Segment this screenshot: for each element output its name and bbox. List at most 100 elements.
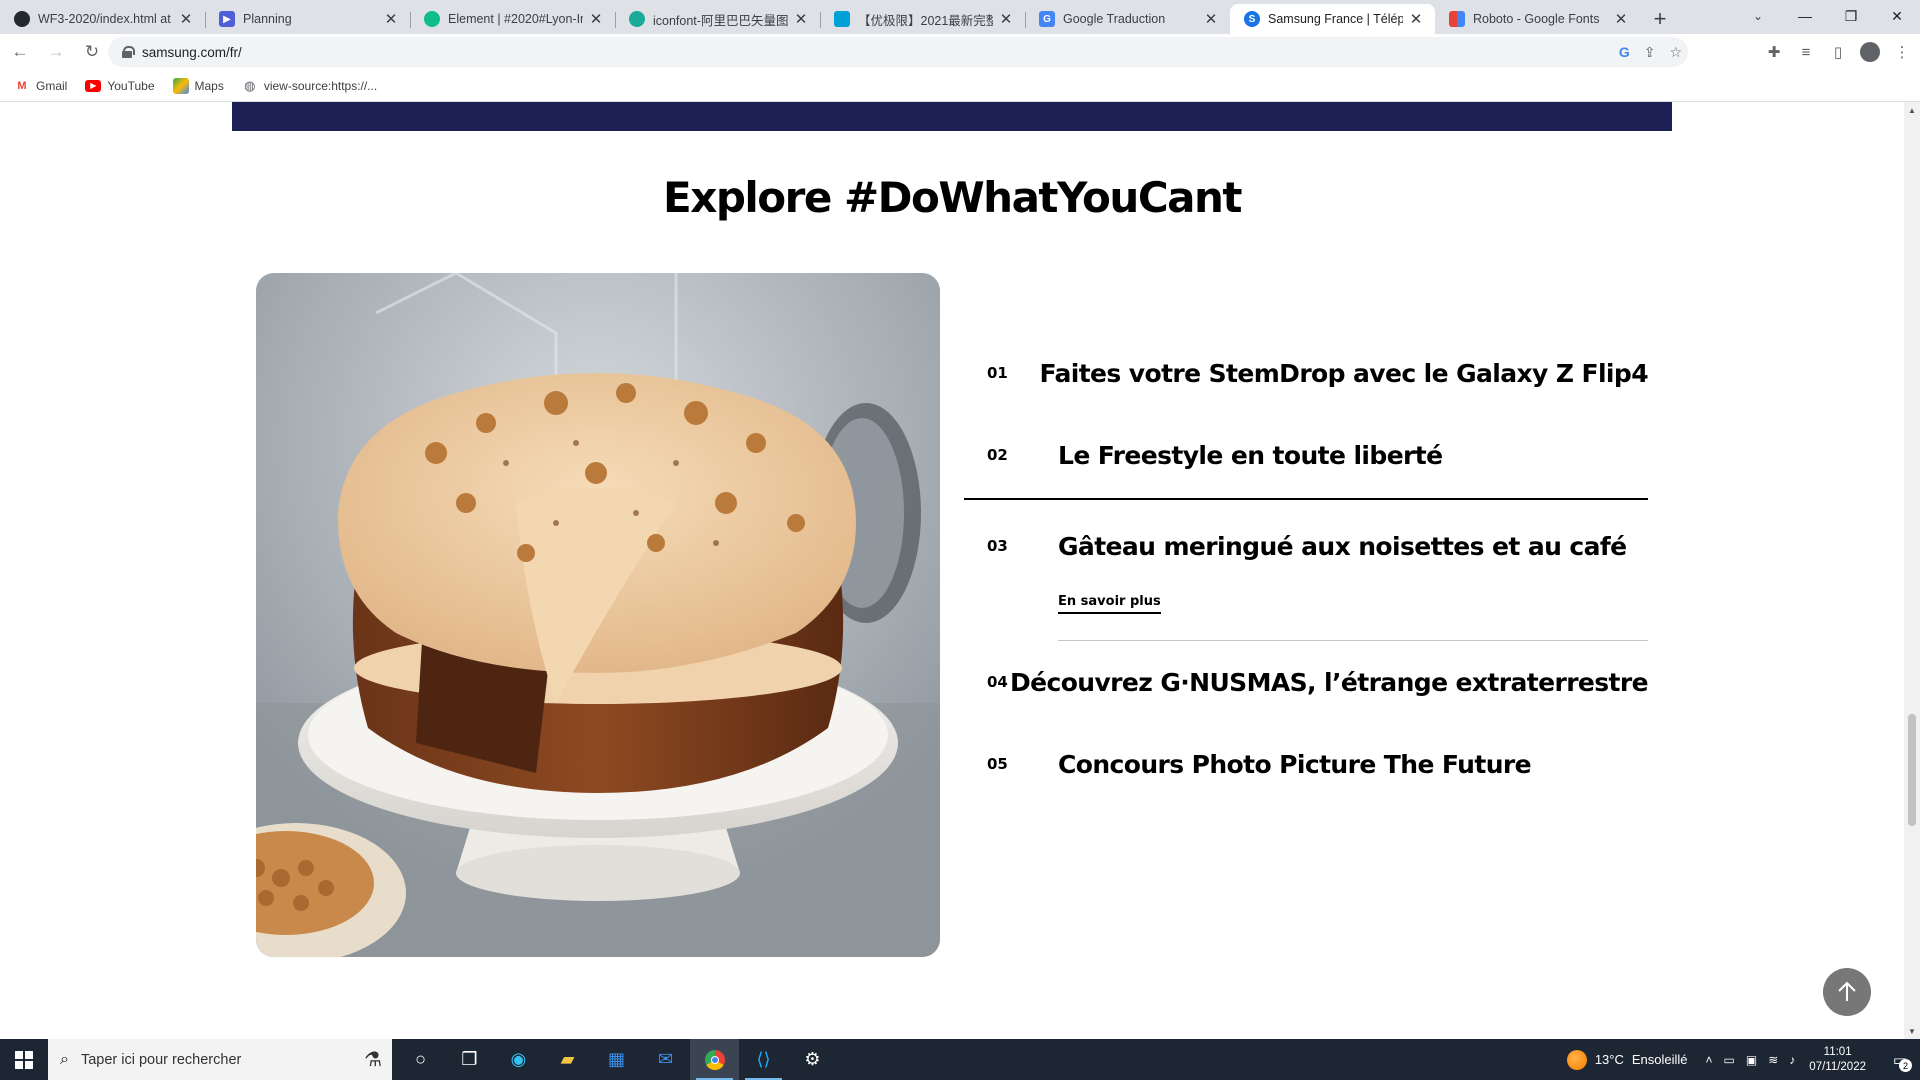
list-item[interactable]: 04 Découvrez G·NUSMAS, l’étrange extrate… [964, 641, 1649, 723]
item-number: 01 [987, 364, 1008, 382]
weather-text: Ensoleillé [1631, 1052, 1688, 1067]
new-tab-button[interactable]: + [1644, 4, 1676, 34]
tab-title: Google Traduction [1063, 12, 1166, 26]
close-icon[interactable]: ✕ [1407, 10, 1425, 28]
start-button[interactable] [0, 1039, 48, 1080]
list-item[interactable]: 01 Faites votre StemDrop avec le Galaxy … [964, 332, 1649, 414]
explore-list: 01 Faites votre StemDrop avec le Galaxy … [964, 332, 1649, 805]
system-tray: 13°C Ensoleillé ˄ ▭ ▣ ≋ ♪ 11:01 07/11/20… [1566, 1039, 1920, 1080]
tab-bilibili[interactable]: 【优极限】2021最新完整版 ✕ [820, 4, 1025, 34]
item-title[interactable]: Le Freestyle en toute liberté [1058, 441, 1443, 470]
cake-image[interactable] [256, 273, 940, 957]
gmail-icon: M [17, 79, 27, 92]
google-translate-icon: G [1039, 11, 1055, 27]
chrome-icon[interactable] [690, 1039, 739, 1080]
notification-center-button[interactable]: ▭ 2 [1880, 1039, 1920, 1080]
taskbar-clock[interactable]: 11:01 07/11/2022 [1809, 1045, 1866, 1075]
profile-avatar-icon[interactable] [1860, 42, 1880, 62]
close-window-button[interactable]: ✕ [1874, 0, 1920, 32]
notification-count: 2 [1899, 1059, 1912, 1072]
element-icon [424, 11, 440, 27]
cortana-icon[interactable]: ○ [396, 1039, 445, 1080]
scroll-to-top-button[interactable] [1823, 968, 1871, 1016]
youtube-icon: ▶ [85, 79, 102, 92]
clock-date: 07/11/2022 [1809, 1060, 1866, 1073]
scrollbar-thumb[interactable] [1908, 714, 1916, 826]
section-title: Explore #DoWhatYouCant [663, 173, 1242, 222]
share-icon[interactable]: ⇪ [1644, 44, 1656, 61]
back-button[interactable]: ← [4, 36, 36, 68]
chevron-up-icon[interactable]: ˄ [1706, 1053, 1713, 1067]
bookmark-gmail[interactable]: M Gmail [14, 78, 67, 94]
tab-samsung[interactable]: S Samsung France | Télépho ✕ [1230, 4, 1435, 34]
minimize-button[interactable]: — [1782, 0, 1828, 32]
tab-title: Element | #2020#Lyon-Inte [448, 12, 583, 26]
list-item[interactable]: 02 Le Freestyle en toute liberté [964, 414, 1648, 496]
globe-icon: ◍ [244, 77, 256, 93]
url-text[interactable]: samsung.com/fr/ [142, 45, 242, 60]
store-icon[interactable]: ▦ [592, 1039, 641, 1080]
lock-icon[interactable] [122, 46, 135, 58]
tab-planning[interactable]: ▶ Planning ✕ [205, 4, 410, 34]
display-icon[interactable]: ▣ [1746, 1053, 1757, 1067]
close-icon[interactable]: ✕ [1612, 10, 1630, 28]
item-title[interactable]: Gâteau meringué aux noisettes et au café [1058, 532, 1627, 561]
page-viewport: Explore #DoWhatYouCant 01 Faites votre S… [0, 102, 1904, 1039]
item-title[interactable]: Découvrez G·NUSMAS, l’étrange extraterre… [1010, 668, 1649, 697]
tab-element[interactable]: Element | #2020#Lyon-Inte ✕ [410, 4, 615, 34]
weather-widget[interactable]: 13°C Ensoleillé [1566, 1049, 1688, 1070]
bookmark-youtube[interactable]: ▶ YouTube [85, 79, 155, 93]
close-icon[interactable]: ✕ [382, 10, 400, 28]
weather-temp: 13°C [1594, 1052, 1624, 1067]
tab-iconfont[interactable]: iconfont-阿里巴巴矢量图标 ✕ [615, 4, 820, 34]
tab-title: WF3-2020/index.html at m [38, 12, 173, 26]
bookmark-maps[interactable]: Maps [172, 77, 224, 94]
address-bar[interactable]: samsung.com/fr/ G ⇪ ☆ [108, 37, 1688, 67]
item-number: 04 [987, 673, 1008, 691]
close-icon[interactable]: ✕ [1202, 10, 1220, 28]
reload-button[interactable]: ↻ [76, 36, 108, 68]
volume-icon[interactable]: ♪ [1789, 1053, 1795, 1067]
tab-google-translate[interactable]: G Google Traduction ✕ [1025, 4, 1230, 34]
tab-github[interactable]: WF3-2020/index.html at m ✕ [0, 4, 205, 34]
item-title[interactable]: Concours Photo Picture The Future [1058, 750, 1532, 779]
taskbar-search-input[interactable]: ⌕ Taper ici pour rechercher ⚗ [48, 1039, 392, 1080]
vscode-icon[interactable]: ⟨⟩ [739, 1039, 788, 1080]
tab-google-fonts[interactable]: Roboto - Google Fonts ✕ [1435, 4, 1640, 34]
extensions-icon[interactable]: ✚ [1764, 43, 1784, 61]
science-icon: ⚗ [364, 1049, 382, 1071]
close-icon[interactable]: ✕ [587, 10, 605, 28]
mail-icon[interactable]: ✉ [641, 1039, 690, 1080]
scroll-up-arrow-icon[interactable]: ▲ [1904, 102, 1920, 118]
bookmark-view-source[interactable]: ◍ view-source:https://... [242, 78, 377, 94]
restore-button[interactable]: ❐ [1828, 0, 1874, 32]
media-queue-icon[interactable]: ≡ [1796, 44, 1816, 61]
google-lens-icon[interactable]: G [1619, 44, 1630, 60]
item-title[interactable]: Faites votre StemDrop avec le Galaxy Z F… [1039, 359, 1648, 388]
banner-bottom-band [232, 102, 1672, 131]
planning-icon: ▶ [219, 11, 235, 27]
task-view-icon[interactable]: ❐ [445, 1039, 494, 1080]
device-icon[interactable]: ▭ [1724, 1053, 1735, 1067]
page-scrollbar[interactable]: ▲ ▼ [1904, 102, 1920, 1039]
file-explorer-icon[interactable]: ▰ [543, 1039, 592, 1080]
list-item-active[interactable]: 03 Gâteau meringué aux noisettes et au c… [964, 500, 1648, 592]
side-panel-icon[interactable]: ▯ [1828, 43, 1848, 61]
tab-title: Roboto - Google Fonts [1473, 12, 1600, 26]
close-icon[interactable]: ✕ [997, 10, 1015, 28]
learn-more-link[interactable]: En savoir plus [1058, 594, 1161, 614]
tab-search-button[interactable]: ⌄ [1744, 4, 1772, 28]
settings-gear-icon[interactable]: ⚙ [788, 1039, 837, 1080]
close-icon[interactable]: ✕ [792, 10, 810, 28]
bookmark-star-icon[interactable]: ☆ [1669, 44, 1682, 61]
scroll-down-arrow-icon[interactable]: ▼ [1904, 1023, 1920, 1039]
list-item[interactable]: 05 Concours Photo Picture The Future [964, 723, 1648, 805]
menu-kebab-icon[interactable]: ⋮ [1892, 43, 1912, 61]
bookmarks-bar: M Gmail ▶ YouTube Maps ◍ view-source:htt… [0, 70, 1920, 102]
edge-icon[interactable]: ◉ [494, 1039, 543, 1080]
forward-button[interactable]: → [40, 36, 72, 68]
close-icon[interactable]: ✕ [177, 10, 195, 28]
item-number: 02 [987, 446, 1008, 464]
wifi-icon[interactable]: ≋ [1768, 1053, 1778, 1067]
maps-icon [172, 77, 189, 94]
